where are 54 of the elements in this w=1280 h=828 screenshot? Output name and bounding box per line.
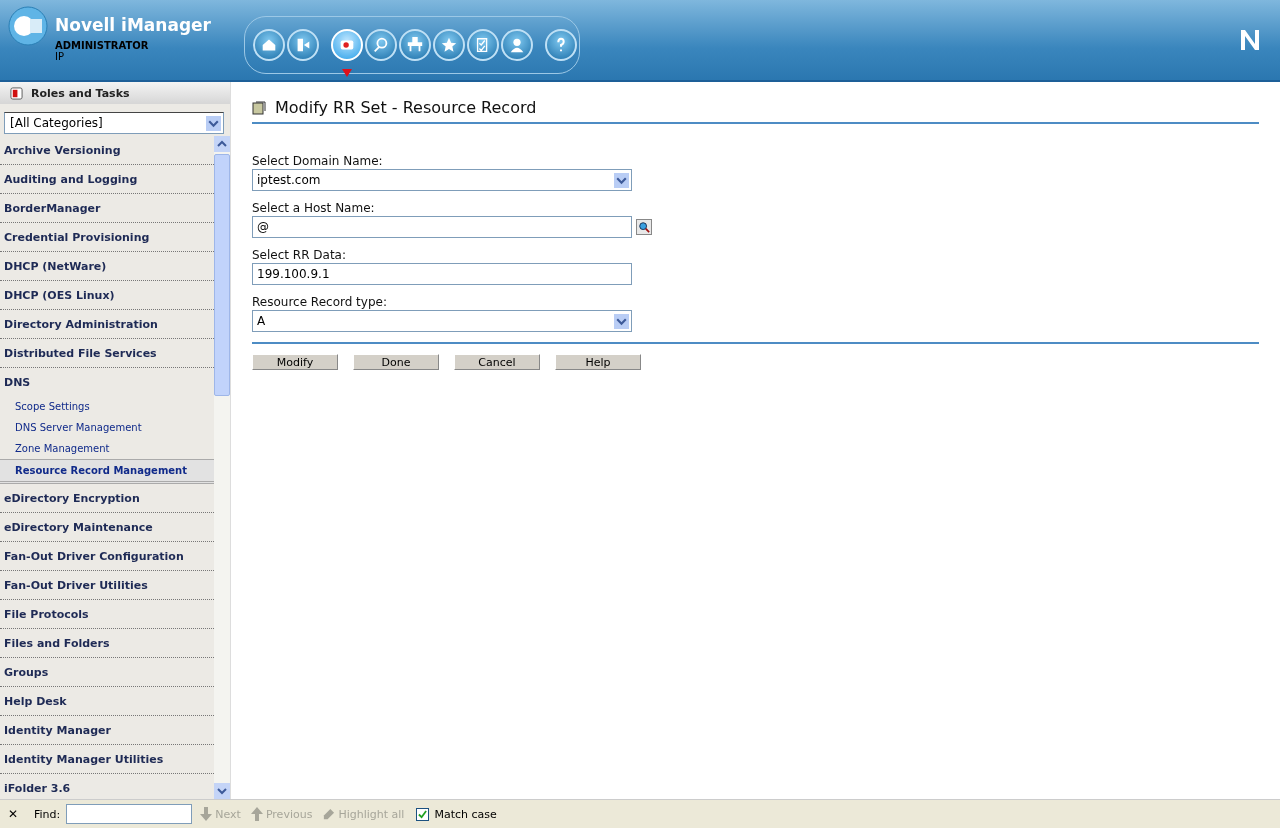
input-field[interactable]: 199.100.9.1 [252,263,632,285]
field-label: Select Domain Name: [252,154,384,168]
desk-icon [406,36,424,54]
field-label: Resource Record type: [252,295,388,309]
category-select[interactable]: [All Categories] [4,112,224,134]
form-button[interactable]: Help [555,354,641,370]
task-item[interactable]: Resource Record Management [0,459,214,484]
form-button[interactable]: Modify [252,354,338,370]
n-logo-icon [1238,28,1262,52]
select-field[interactable]: iptest.com [252,169,632,191]
user-button[interactable] [501,29,533,61]
task-item[interactable]: Scope Settings [0,396,214,417]
find-label: Find: [34,807,61,821]
scroll-up-icon[interactable] [214,136,230,152]
field-label: Select RR Data: [252,248,348,262]
search-button[interactable] [636,219,652,235]
config-button[interactable] [399,29,431,61]
input-field[interactable]: @ [252,216,632,238]
view-button[interactable] [365,29,397,61]
category-item[interactable]: DNS [0,368,214,396]
star-icon [440,36,458,54]
task-item[interactable]: DNS Server Management [0,417,214,438]
selected-indicator-icon [342,69,352,77]
form-icon [252,100,266,115]
up-arrow-icon [250,807,263,821]
tasks-button[interactable] [467,29,499,61]
down-arrow-icon [200,807,213,821]
roles-button[interactable] [331,29,363,61]
help-button[interactable] [545,29,577,61]
form-button[interactable]: Cancel [454,354,540,370]
logo-icon [8,6,48,46]
magnifier-icon [372,36,390,54]
field-label: Select a Host Name: [252,201,376,215]
page-title: Modify RR Set - Resource Record [275,98,537,117]
app-title: Novell iManager [55,14,211,36]
panel-title: Roles and Tasks [31,86,130,100]
favorites-button[interactable] [433,29,465,61]
scroll-down-icon[interactable] [214,783,230,799]
tree-name: IP [55,51,65,62]
person-icon [508,36,526,54]
match-case-checkbox[interactable]: Match case [416,807,497,821]
home-button[interactable] [253,29,285,61]
close-button[interactable]: ✕ [4,807,22,821]
book-icon [10,86,23,100]
user-name: ADMINISTRATOR [55,40,150,51]
check-icon [418,809,428,819]
exit-button[interactable] [287,29,319,61]
highlighter-icon [322,807,336,821]
search-icon [638,221,650,233]
checkbox[interactable] [416,807,430,821]
task-item[interactable]: Zone Management [0,438,214,459]
form-button[interactable]: Done [353,354,439,370]
find-field[interactable] [66,804,193,824]
select-field[interactable]: A [252,310,632,332]
